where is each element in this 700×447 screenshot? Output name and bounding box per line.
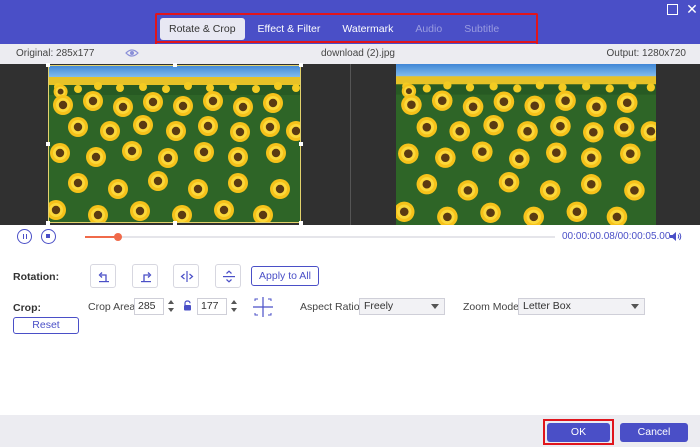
aspect-ratio-select[interactable]: Freely xyxy=(359,298,445,315)
output-preview xyxy=(351,64,700,225)
preview-area xyxy=(0,63,700,225)
stop-icon[interactable] xyxy=(41,229,56,244)
maximize-icon[interactable] xyxy=(665,2,679,16)
cancel-button[interactable]: Cancel xyxy=(620,423,688,442)
center-crop-icon[interactable] xyxy=(252,296,274,318)
crop-handle[interactable] xyxy=(173,63,177,67)
aspect-ratio-value: Freely xyxy=(364,300,394,312)
output-image xyxy=(396,64,656,225)
crop-width-stepper[interactable] xyxy=(167,298,175,315)
original-size: Original: 285x177 xyxy=(16,48,95,59)
tabs-highlight-box-bottom xyxy=(155,41,538,43)
flip-vertical-icon xyxy=(223,270,235,283)
progress-track[interactable] xyxy=(85,233,555,241)
apply-to-all-button[interactable]: Apply to All xyxy=(251,266,319,286)
flip-horizontal-icon xyxy=(180,271,194,282)
pause-icon[interactable] xyxy=(17,229,32,244)
rotate-right-icon xyxy=(141,272,152,283)
flip-horizontal-button[interactable] xyxy=(173,264,199,288)
source-preview xyxy=(0,63,350,225)
crop-handle[interactable] xyxy=(299,142,303,146)
crop-area-label: Crop Area: xyxy=(88,301,139,313)
crop-height-input[interactable]: 177 xyxy=(197,298,227,315)
reset-button[interactable]: Reset xyxy=(13,317,79,334)
lock-icon[interactable] xyxy=(183,300,192,311)
flip-vertical-button[interactable] xyxy=(215,264,241,288)
title-bar: Rotate & Crop Effect & Filter Watermark … xyxy=(0,0,700,44)
progress-fill xyxy=(85,236,118,238)
crop-label: Crop: xyxy=(13,302,41,314)
rotate-right-button[interactable] xyxy=(132,264,158,288)
zoom-mode-value: Letter Box xyxy=(523,300,571,312)
progress-knob[interactable] xyxy=(113,233,122,241)
crop-handle[interactable] xyxy=(46,63,50,67)
editor-tabs: Rotate & Crop Effect & Filter Watermark … xyxy=(160,17,512,41)
output-size: Output: 1280x720 xyxy=(606,48,686,59)
ok-button[interactable]: OK xyxy=(547,423,610,442)
zoom-mode-label: Zoom Mode: xyxy=(463,301,522,313)
eye-icon[interactable] xyxy=(125,48,139,58)
time-readout: 00:00:00.08/00:00:05.00 xyxy=(562,231,670,242)
tab-watermark[interactable]: Watermark xyxy=(333,18,402,40)
crop-width-input[interactable]: 285 xyxy=(134,298,164,315)
current-time: 00:00:00.08 xyxy=(562,231,615,242)
crop-frame[interactable] xyxy=(48,65,301,223)
rotate-left-button[interactable] xyxy=(90,264,116,288)
tab-audio[interactable]: Audio xyxy=(406,18,451,40)
close-icon[interactable]: ✕ xyxy=(685,2,699,16)
zoom-mode-select[interactable]: Letter Box xyxy=(518,298,645,315)
file-name: download (2).jpg xyxy=(321,48,395,59)
aspect-ratio-label: Aspect Ratio: xyxy=(300,301,363,313)
chevron-down-icon xyxy=(431,304,439,309)
crop-handle[interactable] xyxy=(299,63,303,67)
rotation-label: Rotation: xyxy=(13,271,60,283)
rotate-left-icon xyxy=(98,272,109,283)
total-time: /00:00:05.00 xyxy=(614,231,671,242)
tab-rotate-crop[interactable]: Rotate & Crop xyxy=(160,18,245,40)
crop-height-stepper[interactable] xyxy=(230,298,238,315)
crop-handle[interactable] xyxy=(46,142,50,146)
chevron-down-icon xyxy=(631,304,639,309)
tab-effect-filter[interactable]: Effect & Filter xyxy=(249,18,330,40)
volume-icon[interactable] xyxy=(669,231,682,242)
info-bar: Original: 285x177 download (2).jpg Outpu… xyxy=(0,44,700,64)
tab-subtitle[interactable]: Subtitle xyxy=(455,18,508,40)
playback-bar: 00:00:00.08/00:00:05.00 xyxy=(0,225,700,249)
